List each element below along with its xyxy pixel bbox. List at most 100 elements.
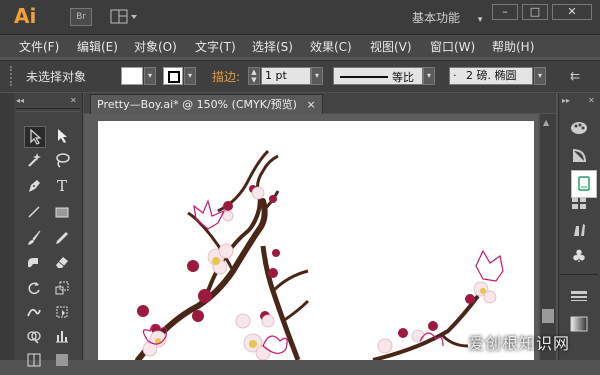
club-icon: ♣ (571, 247, 587, 267)
maximize-button[interactable]: □ (522, 4, 548, 20)
pencil-icon (56, 232, 68, 244)
column-graph-icon (56, 331, 68, 343)
close-panel-icon[interactable]: ✕ (588, 96, 595, 105)
close-tab-icon[interactable]: × (306, 98, 315, 111)
divider (16, 108, 80, 112)
illustrator-logo: Ai (14, 4, 37, 28)
selection-arrow-icon (30, 128, 42, 145)
gripper[interactable] (10, 66, 15, 86)
right-panel-header[interactable]: ▸▸ ✕ (560, 96, 598, 106)
mesh-tool[interactable] (24, 350, 44, 370)
fill-dropdown[interactable]: ▾ (144, 67, 156, 85)
menu-file[interactable]: 文件(F) (19, 38, 59, 55)
scrollbar-thumb[interactable] (542, 309, 554, 323)
arrange-documents-button[interactable] (110, 8, 138, 26)
brush-definition-label: 2 磅. 椭圆 (466, 69, 517, 82)
swatches-panel-icon[interactable] (567, 194, 591, 216)
gradient-tool[interactable] (52, 350, 72, 370)
stroke-profile-dropdown[interactable]: ▾ (423, 67, 435, 85)
stroke-label[interactable]: 描边: (212, 68, 240, 85)
document-title: Pretty—Boy.ai* @ 150% (CMYK/预览) (97, 98, 297, 111)
stroke-weight-field[interactable]: 1 pt (261, 67, 311, 85)
scale-tool[interactable] (52, 278, 72, 298)
color-guide-icon[interactable] (567, 120, 591, 142)
menu-effect[interactable]: 效果(C) (310, 38, 352, 55)
artboard[interactable] (98, 121, 534, 363)
menu-view[interactable]: 视图(V) (370, 38, 412, 55)
fill-swatch[interactable] (121, 67, 143, 85)
stroke-color-icon (168, 71, 180, 83)
type-tool[interactable]: T (52, 176, 72, 196)
menu-window[interactable]: 窗口(W) (430, 38, 475, 55)
menu-help[interactable]: 帮助(H) (492, 38, 534, 55)
close-window-button[interactable]: ✕ (552, 4, 592, 20)
graph-tool[interactable] (52, 326, 72, 346)
rectangle-tool[interactable] (52, 202, 72, 222)
bridge-button[interactable]: Br (70, 8, 92, 26)
stroke-weight-dropdown[interactable]: ▾ (311, 67, 323, 85)
vertical-scrollbar[interactable]: ▲ (540, 114, 556, 360)
pen-tool[interactable] (24, 176, 44, 196)
scroll-up-icon[interactable]: ▲ (543, 118, 549, 127)
direct-selection-tool[interactable] (52, 126, 72, 146)
stroke-lines-icon (571, 291, 587, 301)
brushes-panel-icon[interactable] (567, 220, 591, 242)
watermark-text: 爱创根知识网 (468, 334, 571, 353)
panel-menu-icon[interactable]: ⇇ (566, 67, 584, 85)
gradient-panel-icon[interactable] (567, 316, 591, 338)
menu-type[interactable]: 文字(T) (195, 38, 236, 55)
magic-wand-tool[interactable] (24, 150, 44, 170)
pencil-tool[interactable] (52, 228, 72, 248)
magic-wand-icon (28, 153, 41, 167)
eraser-icon (56, 257, 68, 268)
menu-select[interactable]: 选择(S) (252, 38, 293, 55)
scale-icon (55, 281, 69, 295)
stroke-panel-icon[interactable] (567, 288, 591, 310)
shape-builder-tool[interactable] (24, 326, 44, 346)
selection-tool[interactable] (24, 126, 46, 148)
free-transform-icon (56, 306, 68, 318)
minimize-button[interactable]: – (492, 4, 518, 20)
symbols-panel-icon[interactable]: ♣ (567, 246, 591, 268)
blob-brush-tool[interactable] (24, 252, 44, 272)
stroke-profile-select[interactable]: 等比 (333, 67, 423, 85)
brush-definition-field[interactable]: · 2 磅. 椭圆 (449, 67, 533, 85)
close-panel-icon[interactable]: ✕ (70, 96, 77, 105)
warp-icon (27, 308, 41, 317)
stroke-weight-stepper[interactable]: ▲ ▼ (248, 67, 260, 85)
stroke-swatch[interactable] (163, 67, 183, 85)
control-bar: 未选择对象 ▾ ▾ 描边: ▲ ▼ 1 pt ▾ 等比 ▾ · 2 磅. 椭圆 ▾… (0, 60, 600, 92)
document-tab[interactable]: Pretty—Boy.ai* @ 150% (CMYK/预览) × (90, 94, 323, 114)
menu-object[interactable]: 对象(O) (134, 38, 177, 55)
selection-status: 未选择对象 (26, 70, 87, 84)
type-icon: T (56, 177, 67, 195)
rotate-tool[interactable] (24, 278, 44, 298)
expand-icon[interactable]: ▸▸ (562, 96, 570, 105)
gradient-square-icon (570, 316, 588, 332)
stroke-profile-label: 等比 (392, 71, 414, 84)
stroke-line-icon (340, 76, 388, 78)
brush-icon (574, 224, 585, 236)
blob-brush-icon (28, 258, 38, 268)
mesh-icon (27, 353, 41, 367)
direct-selection-icon (58, 129, 67, 143)
workspace-switcher[interactable]: 基本功能 ▾ (412, 9, 482, 26)
collapse-icon[interactable]: ◂◂ (16, 96, 24, 105)
menu-edit[interactable]: 编辑(E) (77, 38, 118, 55)
tools-panel-header[interactable]: ◂◂ ✕ (14, 96, 82, 106)
eraser-tool[interactable] (52, 252, 72, 272)
paintbrush-tool[interactable] (24, 228, 44, 248)
free-transform-tool[interactable] (52, 302, 72, 322)
paintbrush-icon (28, 230, 41, 245)
brush-dropdown[interactable]: ▾ (534, 67, 546, 85)
warp-tool[interactable] (24, 302, 44, 322)
arrange-documents-icon (110, 9, 137, 24)
color-wheel-icon (572, 149, 586, 163)
stroke-dropdown[interactable]: ▾ (184, 67, 196, 85)
brush-dot: · (453, 69, 457, 82)
line-segment-tool[interactable] (24, 202, 44, 222)
chevron-down-icon: ▾ (477, 15, 483, 25)
color-panel-icon[interactable] (567, 148, 591, 170)
lasso-tool[interactable] (52, 150, 72, 170)
rotate-icon (28, 282, 40, 295)
